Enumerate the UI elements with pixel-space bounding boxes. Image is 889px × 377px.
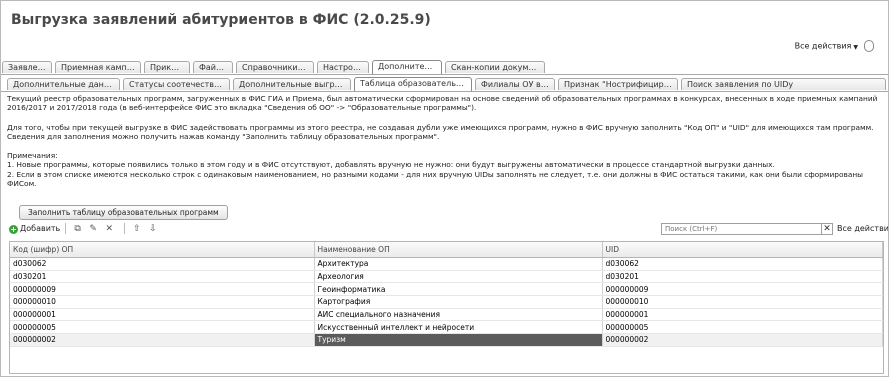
table-toolbar: + Добавить ⧉ ✎ ✕ ⇧ ⇩: [9, 223, 163, 237]
table-row[interactable]: 000000009 Геоинформатика 000000009: [10, 282, 883, 297]
cell-uid[interactable]: 000000001: [602, 308, 883, 322]
subtab-tablica-obrazovatelnyh[interactable]: Таблица образовательных ...: [354, 77, 472, 91]
app-window: Выгрузка заявлений абитуриентов в ФИС (2…: [0, 0, 889, 377]
table-row[interactable]: 000000010 Картография 000000010: [10, 295, 883, 309]
delete-icon[interactable]: ✕: [105, 224, 113, 234]
tab-faily[interactable]: Файлы: [193, 61, 233, 73]
sub-tabs: Дополнительные данные п... Статусы сооте…: [1, 77, 888, 92]
window-title: Выгрузка заявлений абитуриентов в ФИС (2…: [11, 12, 431, 28]
subtab-dop-vygruzhaemye[interactable]: Дополнительные выгружае...: [233, 78, 351, 90]
all-actions-menu[interactable]: Все действия ▼: [795, 40, 874, 52]
plus-icon: +: [9, 225, 18, 234]
cell-uid[interactable]: 000000009: [602, 282, 883, 297]
cell-uid[interactable]: 000000002: [602, 333, 883, 347]
tab-priemnaya-kampaniya[interactable]: Приемная кампания: [55, 61, 141, 73]
toolbar-divider: [123, 223, 125, 234]
cell-code[interactable]: 000000005: [10, 320, 315, 335]
tab-zayavleniya[interactable]: Заявления: [2, 61, 52, 73]
cell-uid[interactable]: d030201: [602, 270, 883, 284]
cell-name-focused[interactable]: Туризм: [314, 333, 603, 347]
column-header-name[interactable]: Наименование ОП: [314, 242, 603, 258]
tab-dopolnitelno[interactable]: Дополнительно: [372, 60, 442, 74]
table-row[interactable]: 000000001 АИС специального назначения 00…: [10, 308, 883, 322]
tab-spravochniki-fis[interactable]: Справочники ФИС: [236, 61, 314, 73]
cell-code[interactable]: d030062: [10, 257, 315, 271]
subtab-filialy[interactable]: Филиалы ОУ в ФИС: [475, 78, 555, 90]
description-paragraph-2: Для того, чтобы при текущей выгрузке в Ф…: [7, 122, 874, 141]
add-button[interactable]: + Добавить: [9, 224, 60, 234]
table-row[interactable]: d030062 Архитектура d030062: [10, 257, 883, 271]
programs-table: Код (шифр) ОП Наименование ОП UID d03006…: [9, 241, 884, 374]
cell-name[interactable]: Архитектура: [314, 257, 603, 271]
help-icon[interactable]: [864, 40, 874, 52]
cell-code[interactable]: d030201: [10, 270, 315, 284]
cell-code[interactable]: 000000010: [10, 295, 315, 309]
table-row[interactable]: d030201 Археология d030201: [10, 270, 883, 284]
description-paragraph-1: Текущий реестр образовательных программ,…: [7, 94, 878, 113]
table-all-actions-menu[interactable]: Все действия ▼: [837, 224, 888, 233]
cell-uid[interactable]: 000000010: [602, 295, 883, 309]
cell-name[interactable]: Геоинформатика: [314, 282, 603, 297]
table-row-selected[interactable]: 000000002 Туризм 000000002: [10, 333, 883, 347]
move-up-icon[interactable]: ⇧: [133, 224, 141, 234]
cell-name[interactable]: Искусственный интеллект и нейросети: [314, 320, 603, 335]
toolbar-divider: [64, 223, 66, 234]
column-header-uid[interactable]: UID: [602, 242, 883, 258]
tab-prikazy[interactable]: Приказы: [144, 61, 190, 73]
column-header-code[interactable]: Код (шифр) ОП: [10, 242, 315, 258]
copy-icon[interactable]: ⧉: [74, 224, 80, 234]
cell-name[interactable]: Картография: [314, 295, 603, 309]
tab-skan-kopii[interactable]: Скан-копии документов: [445, 61, 545, 73]
cell-code[interactable]: 000000009: [10, 282, 315, 297]
clear-search-icon[interactable]: ✕: [821, 223, 833, 235]
table-row[interactable]: 000000005 Искусственный интеллект и нейр…: [10, 320, 883, 335]
all-actions-label: Все действия: [794, 41, 852, 51]
subtab-poisk-zayavleniya[interactable]: Поиск заявления по UIDу: [681, 78, 886, 90]
description-text: Текущий реестр образовательных программ,…: [7, 94, 881, 188]
subtab-dop-dannye[interactable]: Дополнительные данные п...: [7, 78, 120, 90]
cell-code[interactable]: 000000002: [10, 333, 315, 347]
notes-title: Примечания:: [7, 151, 58, 161]
note-1: 1. Новые программы, которые появились то…: [7, 160, 775, 170]
subtab-priznak-nostrifikacii[interactable]: Признак "Нострифицирова...: [558, 78, 678, 90]
fill-programs-table-button[interactable]: Заполнить таблицу образовательных програ…: [19, 205, 228, 220]
chevron-down-icon: ▼: [853, 43, 858, 51]
move-down-icon[interactable]: ⇩: [149, 224, 157, 234]
tab-nastroiki[interactable]: Настройки: [317, 61, 369, 73]
note-2: 2. Если в этом списке имеются несколько …: [7, 169, 864, 189]
main-tabs: Заявления Приемная кампания Приказы Файл…: [1, 60, 888, 75]
cell-name[interactable]: Археология: [314, 270, 603, 284]
cell-name[interactable]: АИС специального назначения: [314, 308, 603, 322]
cell-uid[interactable]: d030062: [602, 257, 883, 271]
search-input[interactable]: [661, 223, 823, 235]
subtab-statusy-sootechestvennikov[interactable]: Статусы соотечественников: [123, 78, 230, 90]
edit-pencil-icon[interactable]: ✎: [89, 224, 97, 234]
cell-uid[interactable]: 000000005: [602, 320, 883, 335]
cell-code[interactable]: 000000001: [10, 308, 315, 322]
